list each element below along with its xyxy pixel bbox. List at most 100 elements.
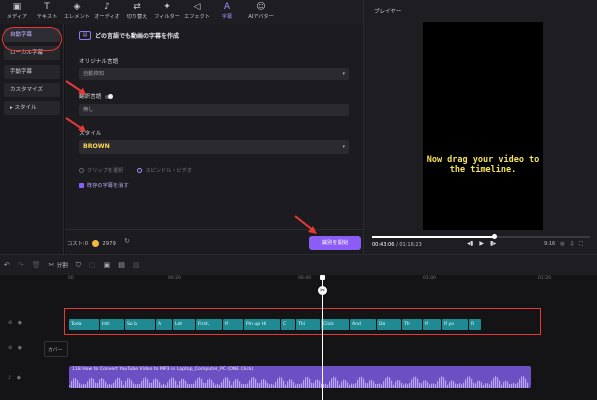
tool-filter[interactable]: ✦ フィルター [152,0,182,24]
audio-clip[interactable]: 118 How to Convert YouTube Video to MP3 … [69,366,531,388]
style-select[interactable]: BROWN ▾ [79,140,349,154]
playback-progress[interactable] [372,234,590,239]
visibility-icon[interactable]: ◉ [17,375,21,381]
tool-media[interactable]: ▣ メディア [2,0,32,24]
waveform-bar [477,380,479,388]
text-tool-icon[interactable]: ▣ [104,261,111,269]
waveform-bar [409,382,411,388]
fullscreen-icon[interactable]: ⛶ [579,241,583,247]
waveform-bar [347,382,349,388]
waveform-bar [501,384,503,388]
subtitle-clip[interactable]: Th [402,319,422,330]
nav-customize[interactable]: カスタマイズ [4,83,60,97]
waveform-bar [493,377,495,388]
ruler-tick: 00:20 [168,276,181,281]
waveform-bar [527,382,529,388]
translate-toggle[interactable] [105,93,114,99]
waveform-bar [227,377,229,388]
subtitle-clip[interactable]: R [469,319,481,330]
waveform-bar [341,381,343,388]
tool-ai-avatar[interactable]: ☺ AIアバター [242,0,280,24]
waveform-bar [89,378,91,388]
waveform-bar [453,381,455,388]
clear-existing-checkbox[interactable]: 既存の字幕を消す [79,182,129,189]
waveform-bar [473,382,475,388]
subtitle-clip[interactable]: Do [377,319,401,330]
volume-icon[interactable]: ♫ [570,241,574,247]
subtitle-clip[interactable]: C [281,319,295,330]
redo-icon[interactable]: ↷ [18,261,24,269]
nav-manual-subtitle[interactable]: 手動字幕 [4,65,60,79]
aspect-ratio-select[interactable]: 9:16 [544,241,555,247]
nav-style[interactable]: ▸ スタイル [4,101,60,115]
next-frame-icon[interactable]: ▮▸ [490,240,496,247]
original-language-select[interactable]: 自動検知 ▾ [79,68,349,80]
subtitle-clip[interactable]: Let [173,319,195,330]
subtitle-clip[interactable]: First, [196,319,222,330]
subtitle-clip[interactable]: Pin up Hi [244,319,280,330]
waveform-bar [121,380,123,388]
image-tool-icon[interactable]: ▤ [118,261,125,269]
tool-audio[interactable]: ♪ オーディオ [92,0,122,24]
waveform-bar [371,379,373,388]
waveform-bar [103,379,105,388]
subtitle-clip[interactable]: Thi [296,319,320,330]
waveform-bar [435,384,437,388]
subtitle-clip[interactable]: Click [321,319,349,330]
marker-icon[interactable]: ⛉ [76,261,81,270]
radio-select-clip[interactable]: クリップを選択 [79,167,123,174]
radio-spindle-video[interactable]: スピンドル・ビデオ [137,167,192,174]
subtitle-clip[interactable]: A [156,319,172,330]
scissors-icon[interactable]: ✂ [318,286,327,295]
waveform-bar [223,379,225,388]
tool-effect[interactable]: ◁ エフェクト [182,0,212,24]
tool-subtitle[interactable]: A 字幕 [212,0,242,24]
delete-icon[interactable]: 🗑 [32,261,41,269]
play-icon[interactable]: ▶ [479,240,484,247]
progress-knob[interactable] [492,234,498,239]
waveform-bar [175,380,177,388]
waveform-bar [183,378,185,388]
waveform-bar [457,384,459,388]
waveform-bar [331,378,333,388]
waveform-bar [289,379,291,388]
crop-icon[interactable]: ▢ [89,261,96,269]
previous-frame-icon[interactable]: ◂▮ [467,240,473,247]
subtitle-clip[interactable]: So b [125,319,155,330]
waveform-bar [145,377,147,388]
waveform-bar [427,381,429,388]
subtitle-clip[interactable]: Intr [100,319,124,330]
lock-icon[interactable]: ⊘ [8,320,12,326]
tool-elements[interactable]: ◈ エレメント [62,0,92,24]
waveform-bar [129,378,131,388]
time-total: / 01:16:23 [396,242,422,248]
subtitle-clip[interactable]: Toda [69,319,99,330]
undo-icon[interactable]: ↶ [4,261,10,269]
playhead-handle[interactable]: ✂ [318,275,327,299]
clip-tool-icon[interactable]: ▧ [133,261,140,269]
snapshot-icon[interactable]: ◎ [560,241,564,247]
tool-label: オーディオ [94,14,120,20]
subtitle-clip[interactable]: And [350,319,376,330]
video-preview: Now drag your video to the timeline. [423,22,543,230]
refresh-icon[interactable]: ↻ [124,237,130,245]
subtitle-clip[interactable]: If yo [442,319,468,330]
ruler-tick: 01:20 [538,276,551,281]
tool-label: エレメント [64,14,90,20]
tool-transition[interactable]: ⇄ 切り替え [122,0,152,24]
visibility-icon[interactable]: ◉ [18,320,22,326]
waveform-bar [365,382,367,388]
waveform-bar [469,376,471,388]
start-recognition-button[interactable]: 識別を開始 [309,236,361,250]
tool-text[interactable]: T テキスト [32,0,62,24]
visibility-icon[interactable]: ◉ [18,345,22,351]
lock-icon[interactable]: ⊘ [8,345,12,351]
mute-icon[interactable]: ♪ [8,375,11,381]
subtitle-clip[interactable]: If [423,319,441,330]
waveform-bar [293,381,295,388]
translate-language-select[interactable]: 無し [79,104,349,116]
waveform-bar [195,380,197,388]
split-icon[interactable]: ✂ 分割 [49,261,68,269]
subtitle-clip[interactable]: If [223,319,243,330]
waveform-bar [277,378,279,388]
